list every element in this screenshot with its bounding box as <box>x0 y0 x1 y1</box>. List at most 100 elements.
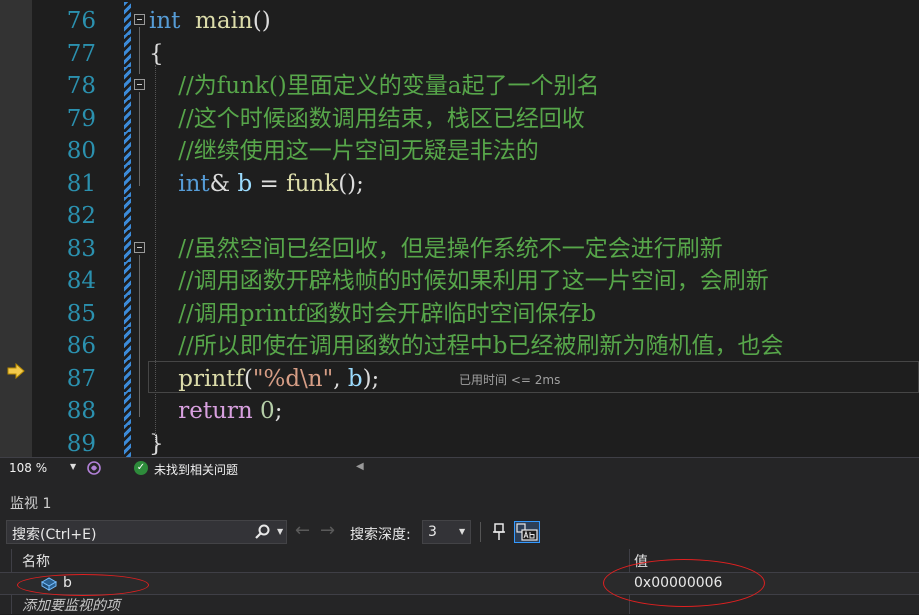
code-line[interactable]: 89} <box>0 424 919 457</box>
code-token: //这个时候函数调用结束，栈区已经回收 <box>178 105 585 132</box>
code-token: //继续使用这一片空间无疑是非法的 <box>178 138 539 164</box>
code-text: int main() <box>149 5 271 37</box>
code-text: //这个时候函数调用结束，栈区已经回收 <box>149 103 585 135</box>
line-number: 88 <box>66 398 96 424</box>
line-number: 81 <box>66 170 96 197</box>
code-line[interactable]: 83 //虽然空间已经回收，但是操作系统不一定会进行刷新 <box>0 229 919 266</box>
code-token: //调用printf函数时会开辟临时空间保存b <box>178 300 597 327</box>
code-text: return 0; <box>149 395 282 427</box>
intellicode-icon[interactable] <box>86 460 102 476</box>
code-line[interactable]: 85 //调用printf函数时会开辟临时空间保存b <box>0 294 919 331</box>
highlight-ellipse-value <box>603 559 765 607</box>
search-input[interactable]: 搜索(Ctrl+E) ▼ <box>6 520 287 544</box>
toolbar-separator <box>480 522 481 542</box>
code-editor[interactable]: 76 int main() 77 {78 //为funk()里面定义的变量a起了一个别… <box>0 0 919 457</box>
line-number: 77 <box>66 40 96 67</box>
search-depth-value: 3 <box>428 524 437 540</box>
fold-guide <box>139 254 140 417</box>
code-text: //继续使用这一片空间无疑是非法的 <box>149 135 539 167</box>
change-indicator <box>124 2 131 35</box>
change-indicator <box>124 424 131 457</box>
change-indicator <box>124 327 131 360</box>
search-placeholder: 搜索(Ctrl+E) <box>12 527 97 543</box>
change-indicator <box>124 229 131 262</box>
fold-guide <box>139 27 140 75</box>
code-line[interactable]: 81 int& b = funk(); <box>0 164 919 201</box>
code-token: //所以即使在调用函数的过程中b已经被刷新为随机值，也会 <box>178 333 784 359</box>
change-indicator <box>124 359 131 392</box>
fold-toggle-icon[interactable] <box>134 79 145 90</box>
code-token: b <box>237 170 253 197</box>
watch-toolbar: 搜索(Ctrl+E) ▼ ← → 搜索深度: 3 ▼ <box>0 518 919 548</box>
change-indicator <box>124 164 131 197</box>
hex-icon <box>516 523 538 541</box>
fold-guide <box>139 92 140 187</box>
change-indicator <box>124 99 131 132</box>
code-token: } <box>149 430 164 457</box>
line-number: 84 <box>66 268 96 294</box>
line-number: 89 <box>66 430 96 457</box>
search-depth-dropdown[interactable]: 3 ▼ <box>422 520 471 544</box>
code-line[interactable]: 77 { <box>0 34 919 71</box>
change-indicator <box>124 132 131 165</box>
code-token: int <box>178 170 210 197</box>
perf-tip[interactable]: 已用时间 <= 2ms <box>459 371 560 388</box>
change-indicator <box>124 392 131 425</box>
search-icon[interactable] <box>254 524 270 540</box>
change-indicator <box>124 67 131 100</box>
code-text: int& b = funk(); <box>149 168 364 200</box>
pin-icon[interactable] <box>491 522 507 542</box>
code-token: //为funk()里面定义的变量a起了一个别名 <box>178 73 600 99</box>
hex-display-button[interactable] <box>514 521 540 543</box>
editor-status-strip: 108 % ▼ ✓ 未找到相关问题 ◀ <box>0 457 919 479</box>
zoom-dropdown[interactable]: 108 % ▼ <box>4 459 80 478</box>
code-token: ; <box>274 398 283 424</box>
code-line[interactable]: 88 return 0; <box>0 392 919 428</box>
code-line[interactable]: 82 <box>0 197 919 233</box>
search-back-icon[interactable]: ← <box>295 520 310 541</box>
code-token: { <box>149 40 164 67</box>
issues-status[interactable]: 未找到相关问题 <box>154 461 238 478</box>
code-line[interactable]: 78 //为funk()里面定义的变量a起了一个别名 <box>0 67 919 103</box>
code-token: return <box>178 398 253 424</box>
code-line[interactable]: 84 //调用函数开辟栈帧的时候如果利用了这一片空间，会刷新 <box>0 262 919 298</box>
check-icon: ✓ <box>134 461 148 475</box>
column-name-header[interactable]: 名称 <box>22 551 50 571</box>
line-number: 83 <box>66 235 96 262</box>
current-statement-arrow-icon <box>7 363 25 379</box>
code-text: //所以即使在调用函数的过程中b已经被刷新为随机值，也会 <box>149 330 783 362</box>
fold-toggle-icon[interactable] <box>134 14 145 25</box>
code-line[interactable]: 86 //所以即使在调用函数的过程中b已经被刷新为随机值，也会 <box>0 327 919 363</box>
change-indicator <box>124 294 131 327</box>
code-token: (); <box>338 170 364 197</box>
scroll-left-icon[interactable]: ◀ <box>356 461 364 472</box>
search-forward-icon[interactable]: → <box>320 520 335 541</box>
code-token: int <box>149 8 181 34</box>
panel-title[interactable]: 监视 1 <box>10 493 51 513</box>
code-text: { <box>149 38 164 70</box>
line-number: 82 <box>66 203 96 229</box>
code-token: () <box>252 8 271 34</box>
add-watch-item[interactable]: 添加要监视的项 <box>22 595 120 615</box>
watch-panel: 监视 1 搜索(Ctrl+E) ▼ ← → 搜索深度: 3 ▼ 名称 值 b 0… <box>0 479 919 614</box>
code-line[interactable]: 76 int main() <box>0 2 919 38</box>
code-line[interactable]: 79 //这个时候函数调用结束，栈区已经回收 <box>0 99 919 136</box>
fold-toggle-icon[interactable] <box>134 241 145 253</box>
code-token: //调用函数开辟栈帧的时候如果利用了这一片空间，会刷新 <box>178 268 769 294</box>
code-text: //调用printf函数时会开辟临时空间保存b <box>149 298 596 330</box>
search-depth-label: 搜索深度: <box>350 527 411 543</box>
code-token: //虽然空间已经回收，但是操作系统不一定会进行刷新 <box>178 235 723 262</box>
code-text: //调用函数开辟栈帧的时候如果利用了这一片空间，会刷新 <box>149 265 769 297</box>
chevron-down-icon[interactable]: ▼ <box>277 527 283 536</box>
line-number: 78 <box>66 73 96 99</box>
code-line[interactable]: 80 //继续使用这一片空间无疑是非法的 <box>0 132 919 168</box>
change-indicator <box>124 262 131 295</box>
watch-header: 名称 值 <box>0 549 919 571</box>
